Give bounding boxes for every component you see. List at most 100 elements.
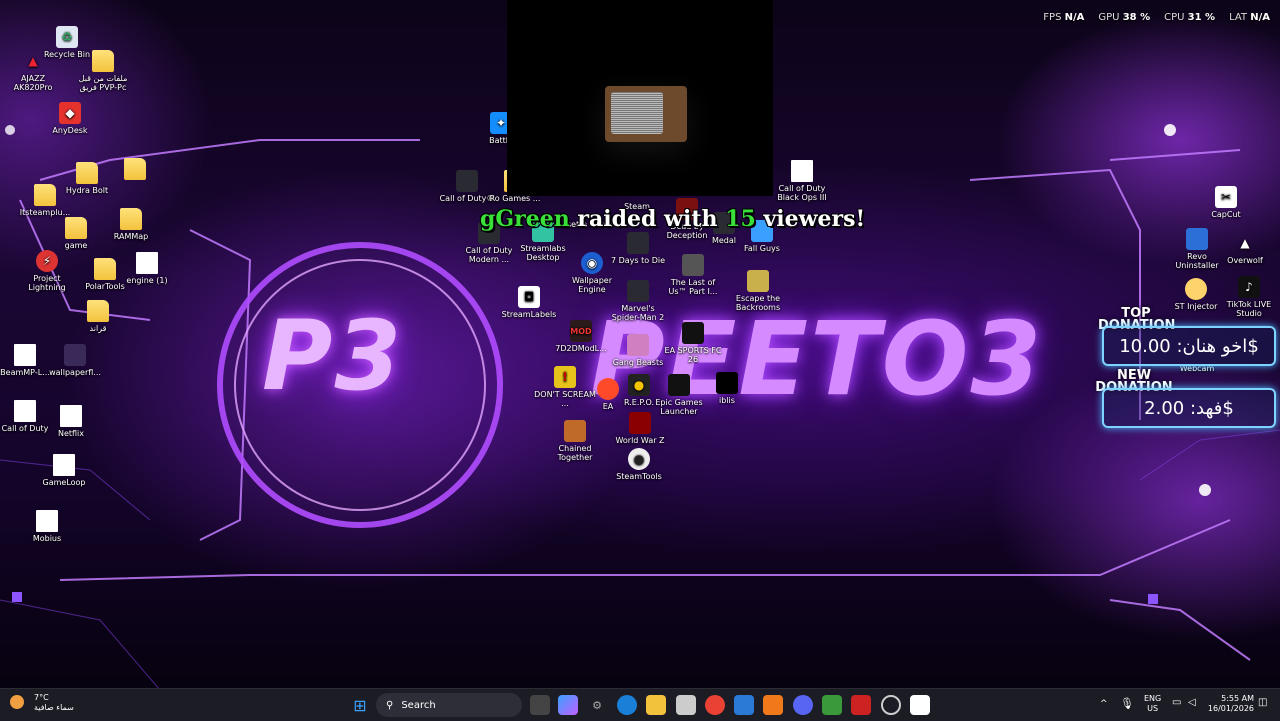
weather-widget[interactable]: 7°C سماء صافية: [10, 693, 90, 713]
anydesk-icon: ◆: [59, 102, 81, 124]
desktop-icon-steamtools[interactable]: ● SteamTools: [608, 448, 670, 481]
mod-icon: MOD: [570, 320, 592, 342]
task-view-icon[interactable]: [530, 695, 550, 715]
desktop-icon-streamlabels[interactable]: ◘ StreamLabels: [498, 286, 560, 319]
file-icon: [14, 344, 36, 366]
folder-icon: [87, 300, 109, 322]
revo-icon: [1186, 228, 1208, 250]
weather-moon-icon: [10, 695, 24, 709]
file-icon: [791, 160, 813, 182]
desktop-icon-project-lightning[interactable]: ⚡ Project Lightning: [16, 250, 78, 292]
recycle-bin-icon: ♻: [56, 26, 78, 48]
desktop-icon-folder-arabic[interactable]: [104, 158, 166, 182]
desktop-icon-gameloop[interactable]: GameLoop: [33, 454, 95, 487]
desktop-icon-pvp-folder[interactable]: ملفات من قبل فريق PVP-Pc: [72, 50, 134, 92]
edge-icon[interactable]: [617, 695, 637, 715]
desktop-icon-gang-beasts[interactable]: Gang Beasts: [607, 334, 669, 367]
file-explorer-icon[interactable]: [646, 695, 666, 715]
desktop-icon-7-days-to-die[interactable]: 7 Days to Die: [607, 232, 669, 265]
settings-gear-icon[interactable]: ⚙: [587, 695, 607, 715]
ajazz-icon: ▲: [28, 53, 38, 68]
volume-icon[interactable]: ◁: [1188, 697, 1196, 708]
desktop-icon-netflix[interactable]: Netflix: [40, 405, 102, 438]
clock[interactable]: 5:55 AM 16/01/2026: [1198, 694, 1254, 714]
media-popup: [507, 0, 773, 196]
taskbar: 7°C سماء صافية ⊞ ⚲ Search ⚙ ^ 🎙 ENG US ▭ …: [0, 688, 1280, 721]
file-icon: [136, 252, 158, 274]
desktop-icon-wallpaperfl[interactable]: wallpaperfl...: [44, 344, 106, 377]
folder-icon: [65, 217, 87, 239]
desktop-icon-overwolf[interactable]: ▲ Overwolf: [1214, 232, 1276, 266]
fps-stat: FPS N/A: [1043, 12, 1085, 23]
file-icon: [14, 400, 36, 422]
folder-icon: [120, 208, 142, 230]
desktop-icon-chained-together[interactable]: Chained Together: [544, 420, 606, 462]
raid-count: 15: [725, 206, 756, 232]
copilot-icon[interactable]: [558, 695, 578, 715]
gang-beasts-icon: [627, 334, 649, 356]
language-indicator[interactable]: ENG US: [1144, 694, 1161, 714]
desktop-icon-spider-man[interactable]: Marvel's Spider-Man 2: [607, 280, 669, 322]
desktop-icon-7d2dmodl[interactable]: MOD 7D2DModL...: [550, 320, 612, 353]
new-donation-text: فهد: 2.00$: [1144, 397, 1234, 419]
desktop-icon-world-war-z[interactable]: World War Z: [609, 412, 671, 445]
desktop-icon-rammap[interactable]: RAMMap: [100, 208, 162, 241]
dont-scream-icon: !: [554, 366, 576, 388]
capcut-icon: ✂: [1215, 186, 1237, 208]
notification-icon[interactable]: ◫: [1258, 697, 1267, 708]
desktop-icon-ea-fc26[interactable]: EA SPORTS FC 26: [662, 322, 724, 364]
desktop-icon-engine[interactable]: engine (1): [116, 252, 178, 285]
voice-app-icon[interactable]: [851, 695, 871, 715]
desktop-icon-iblis[interactable]: iblis: [696, 372, 758, 405]
obs-icon[interactable]: [881, 695, 901, 715]
discord-icon[interactable]: [793, 695, 813, 715]
search-box[interactable]: ⚲ Search: [376, 693, 522, 717]
launcher-icon[interactable]: [763, 695, 783, 715]
microphone-icon[interactable]: 🎙: [1120, 697, 1134, 710]
network-icon[interactable]: ▭: [1172, 697, 1181, 708]
desktop-icon-last-of-us[interactable]: The Last of Us™ Part I...: [662, 254, 724, 296]
tv-static: [611, 92, 663, 134]
desktop-icon-capcut[interactable]: ✂ CapCut: [1195, 186, 1257, 219]
raid-user: gGreen: [480, 206, 570, 232]
folder-icon: [76, 162, 98, 184]
minecraft-icon[interactable]: [822, 695, 842, 715]
lat-stat: LAT N/A: [1229, 12, 1270, 23]
start-icon[interactable]: ⊞: [350, 695, 370, 715]
top-donation-box: اخو هنان: 10.00$: [1102, 326, 1276, 366]
store-icon[interactable]: [676, 695, 696, 715]
steamtools-icon: ●: [628, 448, 650, 470]
backrooms-icon: [747, 270, 769, 292]
desktop-icon-ajazz[interactable]: ▲ AJAZZ AK820Pro: [2, 50, 64, 93]
wallpaper-logo: P3: [262, 300, 404, 412]
desktop-icon-cod-bo3[interactable]: Call of Duty Black Ops III: [771, 160, 833, 202]
top-donation-text: اخو هنان: 10.00$: [1119, 335, 1259, 357]
tiktok-icon: ♪: [1238, 276, 1260, 298]
desktop-icon-tiktok-live[interactable]: ♪ TikTok LIVE Studio: [1218, 276, 1280, 318]
tv-image: [605, 86, 687, 142]
chrome-icon[interactable]: [705, 695, 725, 715]
raid-middle: raided with: [569, 206, 726, 232]
cod-icon: [456, 170, 478, 192]
tray-chevron-icon[interactable]: ^: [1100, 699, 1108, 709]
raid-alert: gGreen raided with 15 viewers!: [480, 206, 865, 232]
desktop-icon-itsteamplus[interactable]: Itsteamplu...: [14, 184, 76, 217]
7dtd-icon: [627, 232, 649, 254]
ea-fc-icon: [682, 322, 704, 344]
epic-games-icon: [668, 374, 690, 396]
new-donation-box: فهد: 2.00$: [1102, 388, 1276, 428]
cpu-stat: CPU 31 %: [1164, 12, 1216, 23]
app-icon[interactable]: [910, 695, 930, 715]
desktop-icon-anydesk[interactable]: ◆ AnyDesk: [39, 102, 101, 135]
desktop-icon-grand[interactable]: قراند: [67, 300, 129, 333]
mail-icon[interactable]: [734, 695, 754, 715]
st-injector-icon: [1185, 278, 1207, 300]
desktop-icon-mobius[interactable]: Mobius: [16, 510, 78, 543]
desktop-icon-escape-backrooms[interactable]: Escape the Backrooms: [727, 270, 789, 312]
gpu-stat: GPU 38 %: [1098, 12, 1151, 23]
lightning-icon: ⚡: [36, 250, 58, 272]
search-icon: ⚲: [386, 699, 394, 711]
folder-icon: [34, 184, 56, 206]
iblis-icon: [716, 372, 738, 394]
desktop-icon-game[interactable]: game: [45, 217, 107, 250]
